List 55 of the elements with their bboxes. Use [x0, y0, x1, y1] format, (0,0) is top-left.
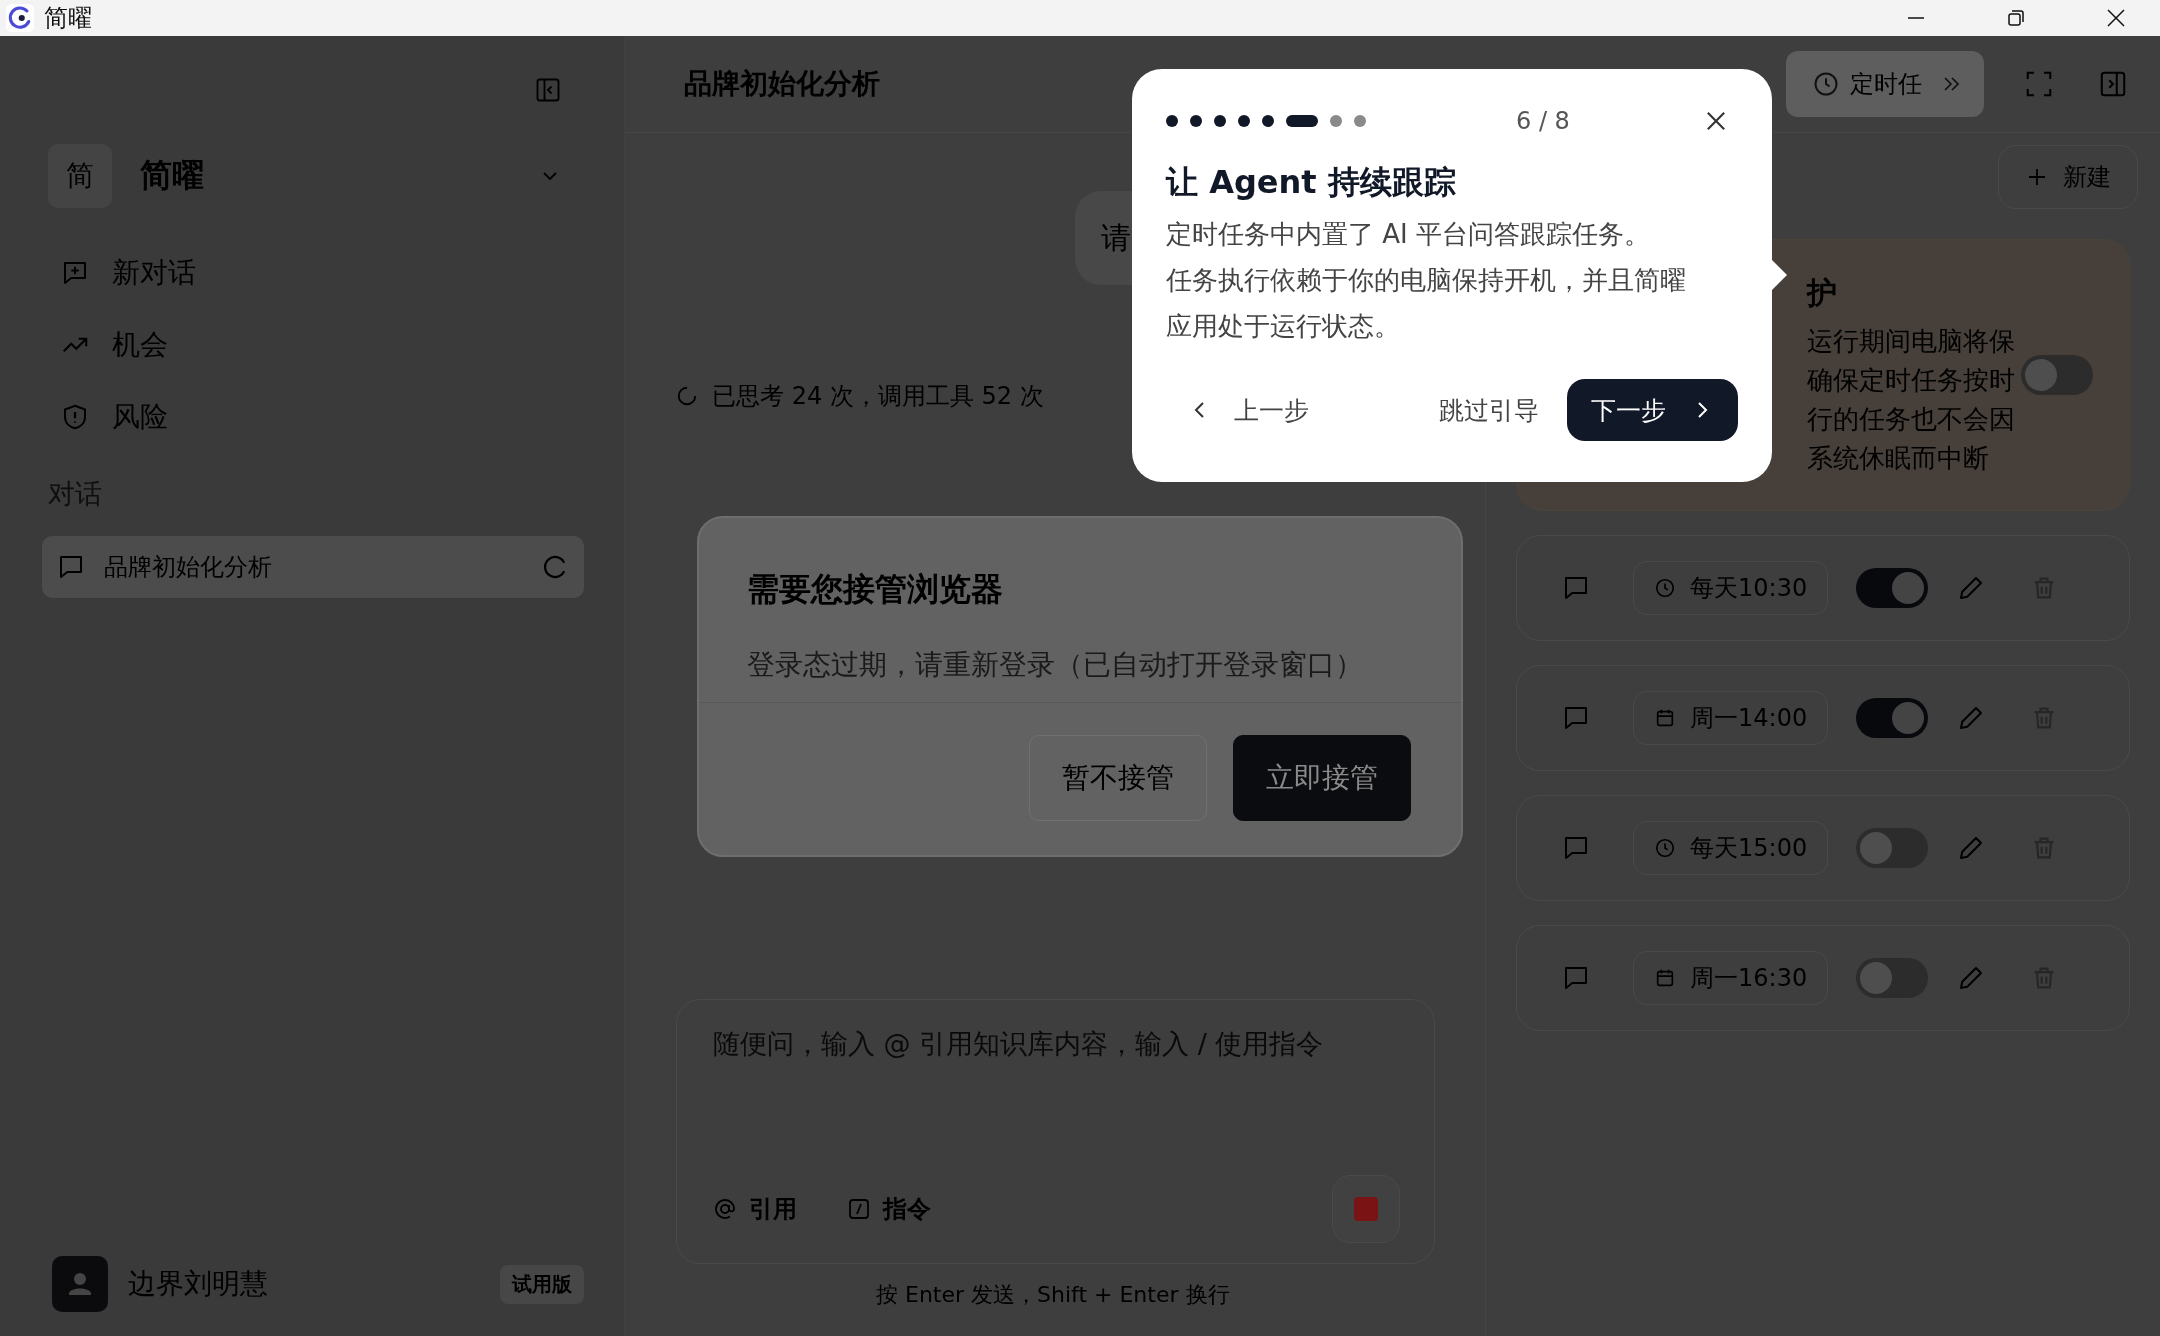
- decline-button[interactable]: 暂不接管: [1029, 735, 1207, 821]
- card-text: 系统休眠而中断: [1807, 441, 1990, 475]
- sidebar-collapse-icon[interactable]: [534, 76, 562, 104]
- workspace-name[interactable]: 简曜: [140, 154, 204, 198]
- card-message: 登录态过期，请重新登录（已自动打开登录窗口）: [699, 612, 1461, 703]
- card-text: 运行期间电脑将保: [1807, 324, 2016, 358]
- fullscreen-icon[interactable]: [2024, 69, 2054, 99]
- schedule-chip: 每天10:30: [1633, 561, 1829, 615]
- workspace-avatar[interactable]: 简: [48, 144, 112, 208]
- restore-icon[interactable]: [2006, 8, 2026, 28]
- panel-toggle-icon[interactable]: [2098, 69, 2128, 99]
- app-logo-icon: [6, 4, 34, 32]
- input-tool-button[interactable]: 指令: [847, 1193, 931, 1225]
- avatar-icon: [52, 1256, 108, 1312]
- schedule-chip: 周一16:30: [1633, 951, 1829, 1005]
- step-counter: 6 / 8: [1516, 107, 1571, 135]
- input-tool-button[interactable]: 引用: [713, 1193, 797, 1225]
- plan-badge: 试用版: [500, 1264, 584, 1304]
- previous-button[interactable]: 上一步: [1166, 393, 1309, 427]
- task-toggle[interactable]: [1856, 958, 1929, 998]
- next-button[interactable]: 下一步: [1567, 379, 1738, 441]
- schedule-chip: 周一14:00: [1633, 691, 1829, 745]
- calendar-icon: [1654, 967, 1676, 989]
- tour-text: 应用处于运行状态。: [1166, 310, 1401, 343]
- task-toggle[interactable]: [1856, 828, 1929, 868]
- calendar-icon: [1654, 707, 1676, 729]
- conversation-title: 品牌初始化分析: [684, 66, 880, 102]
- status-text: 已思考 24 次，调用工具 52 次: [712, 381, 1044, 412]
- card-title: 护: [1807, 273, 1837, 312]
- skip-tour-button[interactable]: 跳过引导: [1439, 393, 1539, 427]
- close-icon[interactable]: [2106, 8, 2126, 28]
- clock-icon: [1654, 577, 1676, 599]
- clock-icon: [1654, 837, 1676, 859]
- new-task-button[interactable]: 新建: [1998, 145, 2138, 209]
- card-text: 行的任务也不会因: [1807, 402, 2016, 436]
- nav-item[interactable]: 风险: [60, 396, 584, 438]
- nav-item[interactable]: 新对话: [60, 252, 584, 294]
- input-hint: 按 Enter 发送，Shift + Enter 换行: [876, 1281, 1230, 1309]
- loading-icon: [676, 385, 698, 407]
- clock-icon: [1812, 70, 1840, 98]
- stop-button[interactable]: [1332, 1175, 1400, 1243]
- task-toggle[interactable]: [1856, 698, 1929, 738]
- conversation-item[interactable]: 品牌初始化分析: [42, 536, 584, 598]
- card-title: 需要您接管浏览器: [746, 569, 1004, 610]
- scheduled-tasks-button[interactable]: 定时任: [1786, 51, 1984, 117]
- task-toggle[interactable]: [1856, 568, 1929, 608]
- keep-awake-toggle[interactable]: [2021, 355, 2093, 395]
- slash-icon: [847, 1197, 871, 1221]
- window-title: 简曜: [44, 3, 92, 34]
- nav-item[interactable]: 机会: [60, 324, 584, 366]
- schedule-chip: 每天15:00: [1633, 821, 1829, 875]
- card-text: 确保定时任务按时: [1807, 363, 2016, 397]
- at-icon: [713, 1197, 737, 1221]
- takeover-button[interactable]: 立即接管: [1233, 735, 1411, 821]
- user-name: 边界刘明慧: [128, 1266, 268, 1302]
